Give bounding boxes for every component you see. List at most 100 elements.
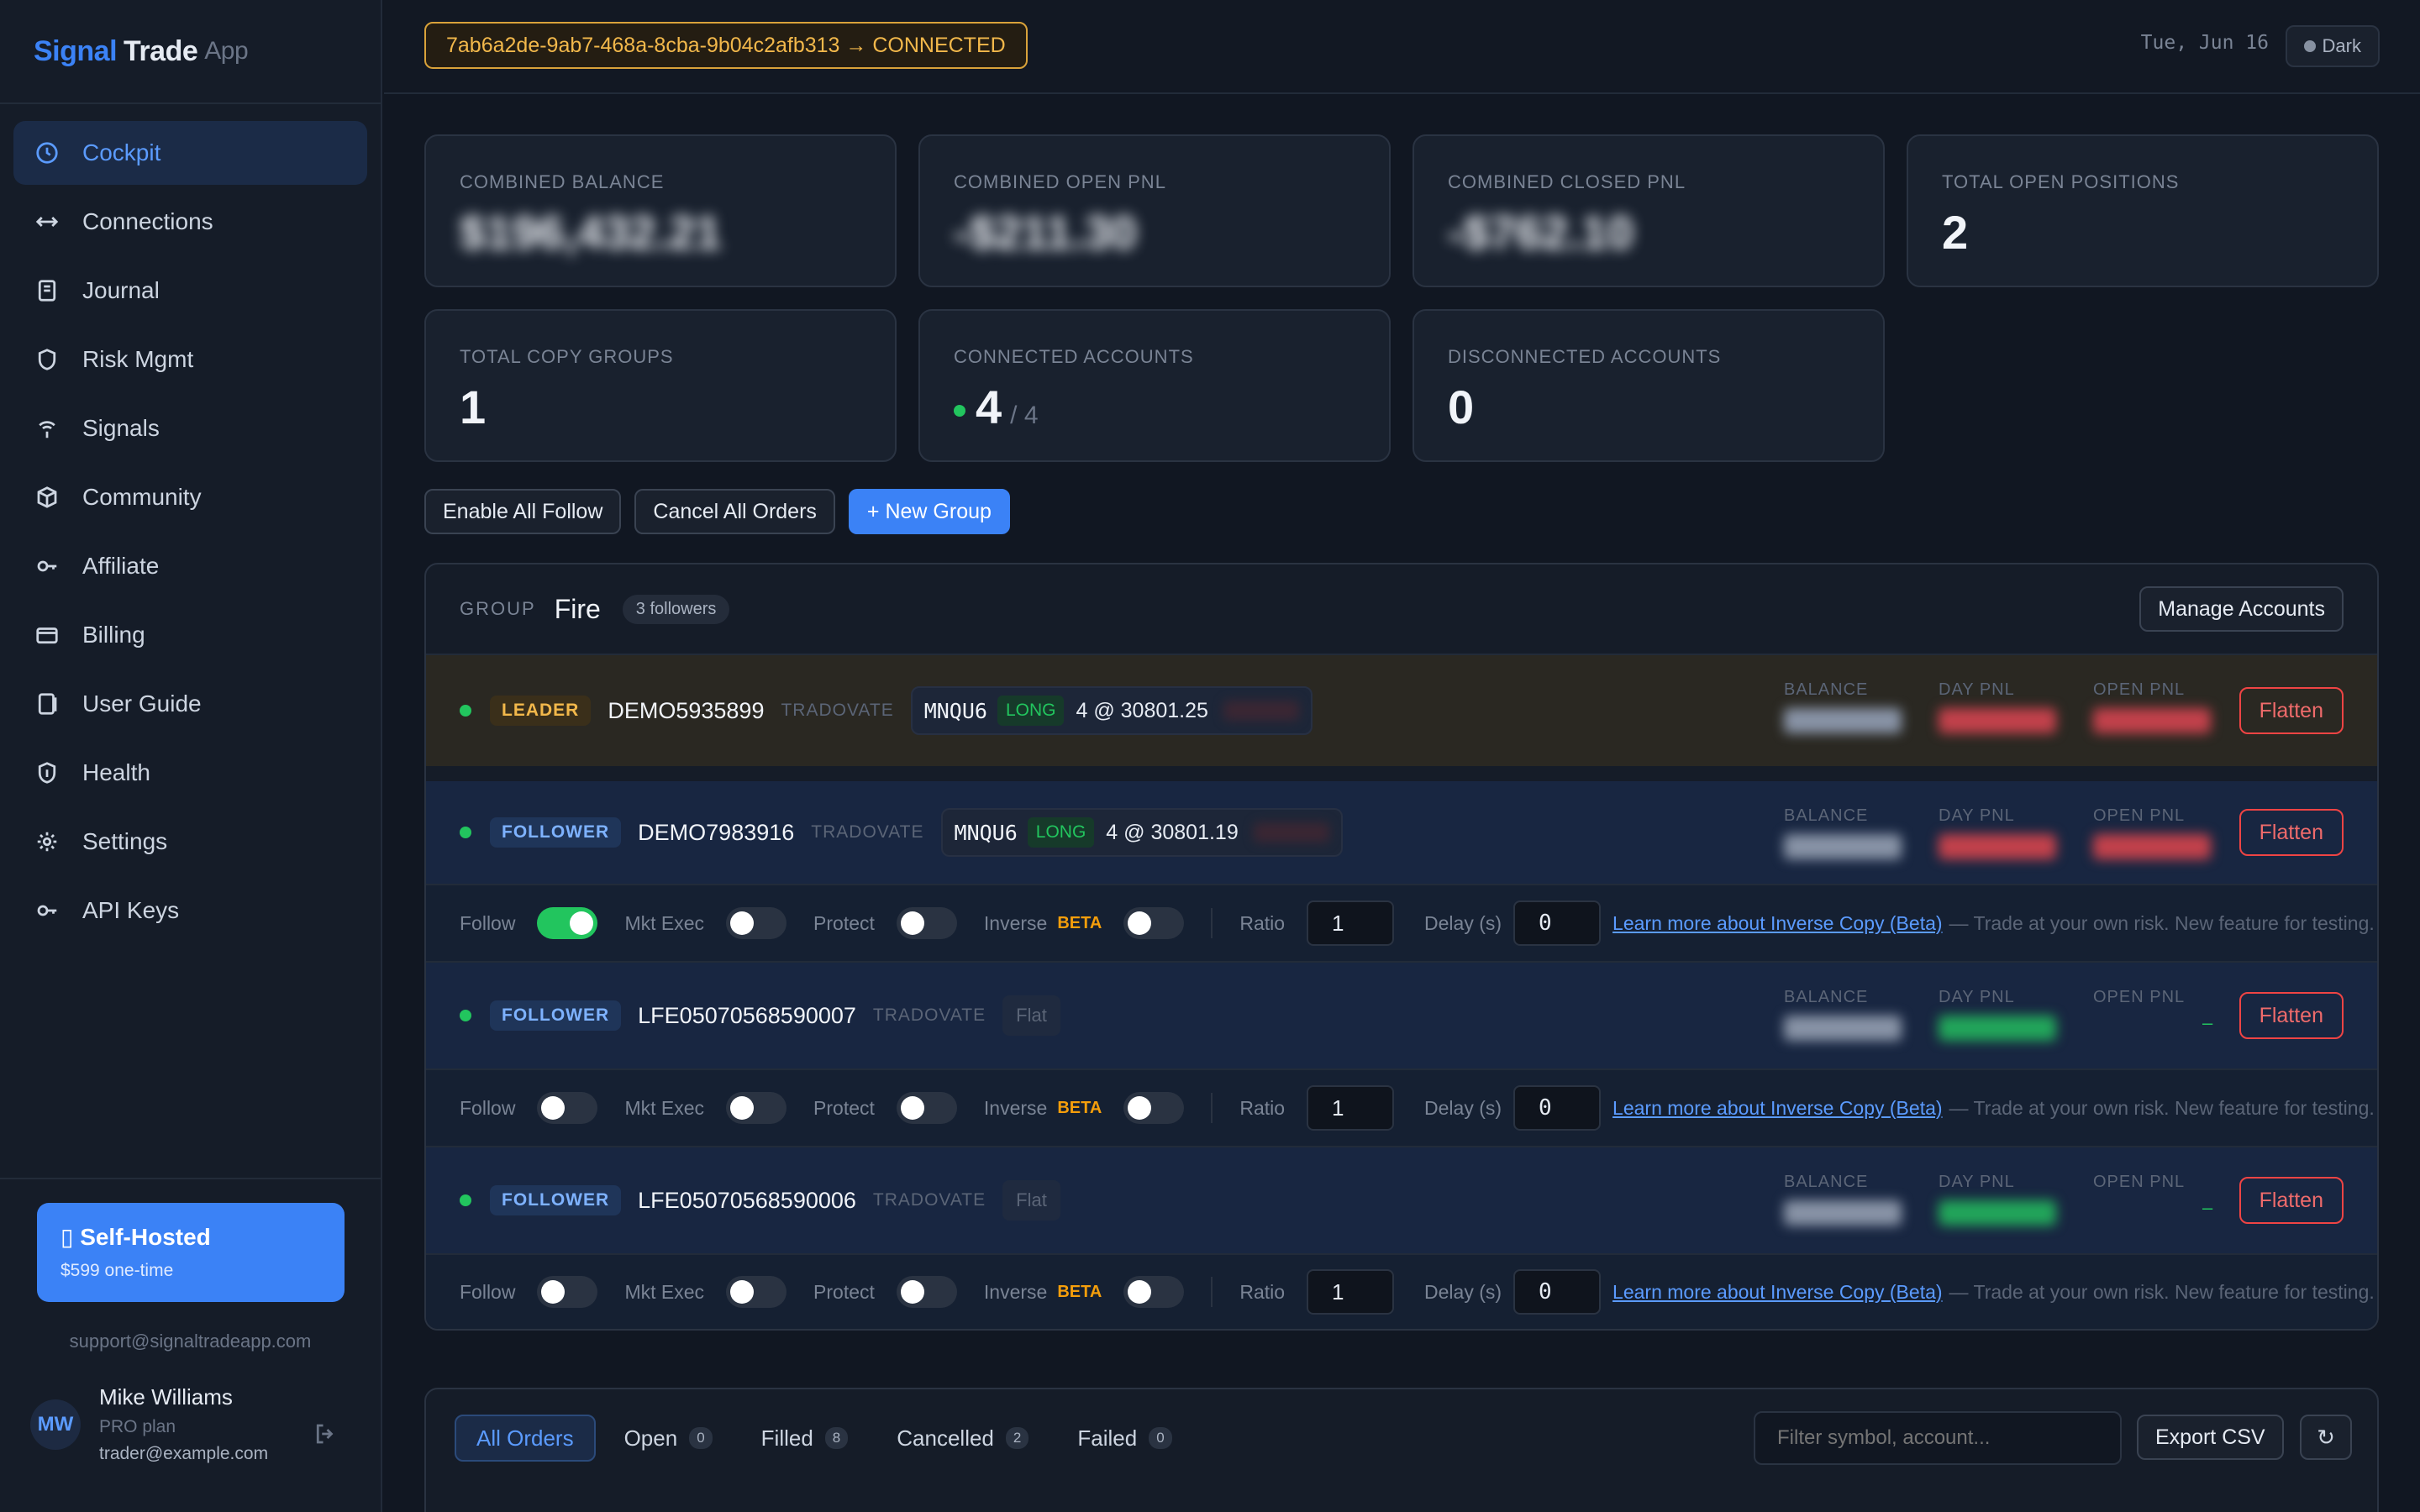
support-email-link[interactable]: support@signaltradeapp.com [0,1331,381,1352]
inverse-label: Inverse [983,911,1048,934]
open-pnl-metric: OPEN PNL [2093,806,2228,859]
inverse-copy-learn-link[interactable]: Learn more about Inverse Copy (Beta) [1612,1097,1942,1120]
brand-logo[interactable]: Signal Trade App [0,0,381,104]
connection-status-badge[interactable]: 7ab6a2de-9ab7-468a-8cba-9b04c2afb313 → C… [424,22,1028,69]
inverse-label: Inverse [983,1280,1048,1303]
ratio-input[interactable]: 1 [1307,900,1395,946]
stat-label: COMBINED CLOSED PNL [1448,171,1686,192]
follower-controls: Follow Mkt Exec Protect Inverse BETA Rat… [426,1253,2377,1329]
sidebar-item-label: Community [82,484,202,510]
mkt-exec-label: Mkt Exec [624,911,705,934]
inverse-toggle[interactable] [1123,1092,1185,1124]
cancel-all-orders-button[interactable]: Cancel All Orders [634,489,835,534]
flatten-button[interactable]: Flatten [2238,809,2344,856]
mkt-exec-label: Mkt Exec [624,1096,705,1119]
day-pnl-metric: DAY PNL [1939,988,2073,1041]
sidebar-item-label: API Keys [82,897,180,923]
main-content: COMBINED BALANCE $196,432.21 COMBINED OPEN… [424,134,2379,1331]
follower-controls: Follow Mkt Exec Protect Inverse BETA Rat… [426,1068,2377,1146]
inverse-toggle[interactable] [1123,907,1185,939]
flatten-button[interactable]: Flatten [2238,687,2344,734]
day-pnl-metric: DAY PNL [1939,806,2073,859]
ratio-input[interactable]: 1 [1307,1269,1395,1315]
position-chip: MNQU6 LONG 4 @ 30801.25 [910,686,1313,735]
sidebar-item-signals[interactable]: Signals [13,396,367,460]
mkt-exec-toggle[interactable] [726,1092,787,1124]
inverse-toggle[interactable] [1123,1276,1185,1308]
sidebar-item-label: Health [82,759,150,785]
avatar: MW [30,1399,81,1450]
tab-filled[interactable]: Filled 8 [741,1415,869,1462]
user-name: Mike Williams [99,1384,233,1410]
delay-input[interactable]: 0 [1513,900,1602,946]
open-pnl-metric: OPEN PNL – [2093,988,2228,1034]
open-pnl-metric: OPEN PNL – [2093,1173,2228,1219]
orders-filter-input[interactable] [1754,1411,2122,1465]
brand-part-signal: Signal [34,34,118,67]
protect-toggle[interactable] [896,907,957,939]
sidebar-item-affiliate[interactable]: Affiliate [13,534,367,598]
day-pnl-label: DAY PNL [1939,806,2015,825]
mkt-exec-toggle[interactable] [726,907,787,939]
sidebar-item-community[interactable]: Community [13,465,367,529]
day-pnl-value [1939,1200,2056,1226]
broker-label: TRADOVATE [872,1005,986,1025]
delay-input[interactable]: 0 [1513,1085,1602,1131]
inverse-copy-learn-link[interactable]: Learn more about Inverse Copy (Beta) [1612,912,1942,935]
sidebar-item-risk-mgmt[interactable]: Risk Mgmt [13,328,367,391]
beta-badge: BETA [1057,1282,1102,1301]
book-icon [34,690,60,717]
sidebar-item-billing[interactable]: Billing [13,603,367,667]
protect-label: Protect [813,1096,875,1119]
status-dot-icon [460,705,471,717]
protect-toggle[interactable] [896,1092,957,1124]
position-qty: 4 @ 30801.19 [1106,820,1239,844]
delay-input[interactable]: 0 [1513,1269,1602,1315]
inverse-copy-learn-link[interactable]: Learn more about Inverse Copy (Beta) [1612,1281,1942,1304]
sidebar-item-health[interactable]: Health [13,741,367,805]
tab-open[interactable]: Open 0 [604,1415,733,1462]
heart-shield-icon [34,759,60,786]
open-pnl-value: – [2202,1197,2213,1218]
follow-toggle[interactable] [537,1092,598,1124]
sidebar-item-user-guide[interactable]: User Guide [13,672,367,736]
cube-icon [34,484,60,511]
tab-label: Filled [760,1425,813,1451]
beta-badge: BETA [1057,1098,1102,1117]
tab-all-orders[interactable]: All Orders [455,1415,596,1462]
self-hosted-button[interactable]: ▯ Self-Hosted $599 one-time [37,1203,345,1302]
manage-accounts-button[interactable]: Manage Accounts [2139,586,2344,632]
enable-all-follow-button[interactable]: Enable All Follow [424,489,622,534]
export-csv-button[interactable]: Export CSV [2137,1415,2284,1460]
divider [1211,908,1213,938]
tab-cancelled[interactable]: Cancelled 2 [876,1415,1049,1462]
protect-toggle[interactable] [896,1276,957,1308]
day-pnl-metric: DAY PNL [1939,680,2073,733]
sidebar-item-api-keys[interactable]: API Keys [13,879,367,942]
user-profile[interactable]: MW Mike Williams PRO plan trader@example… [30,1384,268,1464]
follow-toggle[interactable] [537,907,598,939]
sidebar-item-connections[interactable]: Connections [13,190,367,254]
flatten-button[interactable]: Flatten [2238,1177,2344,1224]
signal-icon [34,415,60,442]
sidebar-item-journal[interactable]: Journal [13,259,367,323]
sidebar-item-cockpit[interactable]: Cockpit [13,121,367,185]
account-id: LFE05070568590006 [638,1187,856,1213]
sidebar-item-settings[interactable]: Settings [13,810,367,874]
sidebar-item-label: User Guide [82,690,202,717]
theme-toggle-button[interactable]: Dark [2285,25,2380,67]
refresh-icon[interactable]: ↻ [2300,1415,2352,1460]
new-group-button[interactable]: + New Group [848,489,1010,534]
flatten-button[interactable]: Flatten [2238,992,2344,1039]
day-pnl-label: DAY PNL [1939,988,2015,1006]
follow-toggle[interactable] [537,1276,598,1308]
ratio-input[interactable]: 1 [1307,1085,1395,1131]
stats-row-1: COMBINED BALANCE $196,432.21 COMBINED OPEN… [424,134,2379,287]
mkt-exec-toggle[interactable] [726,1276,787,1308]
protect-label: Protect [813,1280,875,1303]
logout-icon[interactable] [313,1421,341,1450]
user-plan: PRO plan [99,1417,176,1436]
follow-label: Follow [460,1280,516,1303]
position-side: LONG [1027,817,1095,848]
tab-failed[interactable]: Failed 0 [1057,1415,1192,1462]
